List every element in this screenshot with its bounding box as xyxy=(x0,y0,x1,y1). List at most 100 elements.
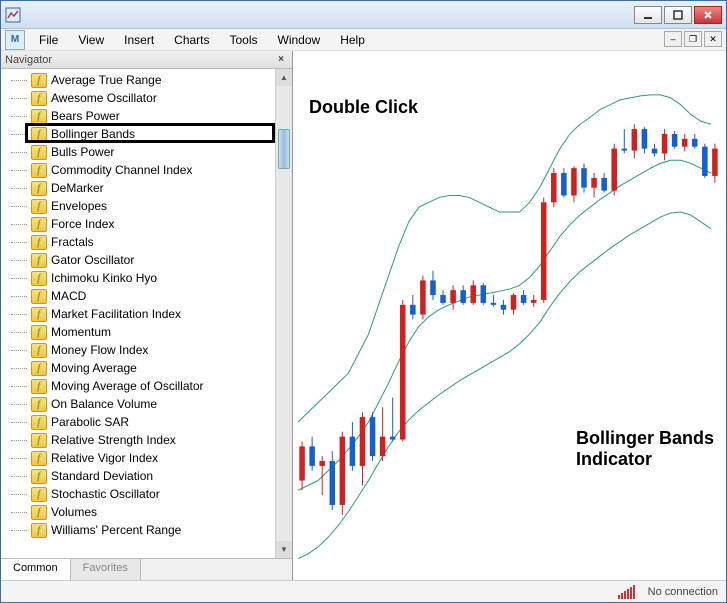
indicator-label: Relative Strength Index xyxy=(51,433,176,447)
annotation-indicator-line1: Bollinger Bands xyxy=(576,428,714,449)
menu-insert[interactable]: Insert xyxy=(114,31,164,49)
indicator-icon: f xyxy=(31,109,47,124)
statusbar: No connection xyxy=(1,580,726,602)
scrollbar[interactable]: ▲ ▼ xyxy=(275,69,292,558)
menubar: M File View Insert Charts Tools Window H… xyxy=(1,29,726,51)
indicator-item[interactable]: f Relative Strength Index xyxy=(1,431,275,449)
maximize-button[interactable] xyxy=(664,6,692,24)
scroll-thumb[interactable] xyxy=(278,129,290,169)
mdi-restore-button[interactable]: ❐ xyxy=(684,31,702,47)
indicator-icon: f xyxy=(31,289,47,304)
annotation-indicator-line2: Indicator xyxy=(576,449,714,470)
indicator-label: Fractals xyxy=(51,235,94,249)
tab-favorites[interactable]: Favorites xyxy=(71,559,141,580)
indicator-item[interactable]: fDeMarker xyxy=(1,179,275,197)
close-button[interactable] xyxy=(694,6,722,24)
indicator-item[interactable]: fIchimoku Kinko Hyo xyxy=(1,269,275,287)
indicator-item[interactable]: f Market Facilitation Index xyxy=(1,305,275,323)
indicator-item[interactable]: f Williams' Percent Range xyxy=(1,521,275,539)
indicator-item[interactable]: f Volumes xyxy=(1,503,275,521)
navigator-panel: Navigator × fAverage True RangefAwesome … xyxy=(1,51,293,580)
menu-help[interactable]: Help xyxy=(330,31,375,49)
menu-view[interactable]: View xyxy=(68,31,114,49)
indicator-icon: f xyxy=(31,433,47,448)
indicator-label: MACD xyxy=(51,289,86,303)
menu-window[interactable]: Window xyxy=(268,31,331,49)
indicator-icon: f xyxy=(31,343,47,358)
indicator-item[interactable]: fRelative Vigor Index xyxy=(1,449,275,467)
indicator-label: Envelopes xyxy=(51,199,107,213)
menu-tools[interactable]: Tools xyxy=(220,31,268,49)
mdi-close-button[interactable]: ✕ xyxy=(704,31,722,47)
indicator-item[interactable]: fFractals xyxy=(1,233,275,251)
indicator-label: Williams' Percent Range xyxy=(51,523,181,537)
mdi-app-icon[interactable]: M xyxy=(5,30,25,50)
minimize-button[interactable] xyxy=(634,6,662,24)
indicator-icon: f xyxy=(31,163,47,178)
app-icon xyxy=(5,7,21,23)
indicator-icon: f xyxy=(31,415,47,430)
indicator-item[interactable]: fGator Oscillator xyxy=(1,251,275,269)
indicator-label: Force Index xyxy=(51,217,114,231)
scroll-up-icon[interactable]: ▲ xyxy=(276,69,292,86)
indicator-label: Momentum xyxy=(51,325,111,339)
indicator-item[interactable]: fBears Power xyxy=(1,107,275,125)
indicator-label: Bulls Power xyxy=(51,145,114,159)
indicator-label: Moving Average xyxy=(51,361,137,375)
titlebar xyxy=(1,1,726,29)
candlestick-chart xyxy=(293,51,726,559)
indicator-label: Stochastic Oscillator xyxy=(51,487,160,501)
menu-charts[interactable]: Charts xyxy=(164,31,219,49)
annotation-double-click: Double Click xyxy=(309,97,418,118)
indicator-item[interactable]: fBulls Power xyxy=(1,143,275,161)
indicator-label: Market Facilitation Index xyxy=(51,307,181,321)
indicator-tree[interactable]: fAverage True RangefAwesome OscillatorfB… xyxy=(1,69,275,558)
menu-file[interactable]: File xyxy=(29,31,68,49)
scroll-down-icon[interactable]: ▼ xyxy=(276,541,292,558)
indicator-label: Commodity Channel Index xyxy=(51,163,192,177)
indicator-label: Moving Average of Oscillator xyxy=(51,379,204,393)
indicator-item[interactable]: f Commodity Channel Index xyxy=(1,161,275,179)
indicator-icon: f xyxy=(31,361,47,376)
indicator-icon: f xyxy=(31,199,47,214)
indicator-item[interactable]: f Moving Average xyxy=(1,359,275,377)
navigator-tabs: Common Favorites xyxy=(1,558,292,580)
indicator-label: Ichimoku Kinko Hyo xyxy=(51,271,157,285)
indicator-icon: f xyxy=(31,217,47,232)
indicator-item[interactable]: f Force Index xyxy=(1,215,275,233)
indicator-item[interactable]: fBollinger Bands xyxy=(1,125,275,143)
indicator-label: Awesome Oscillator xyxy=(51,91,157,105)
indicator-item[interactable]: f Momentum xyxy=(1,323,275,341)
indicator-item[interactable]: f Envelopes xyxy=(1,197,275,215)
indicator-item[interactable]: f Money Flow Index xyxy=(1,341,275,359)
indicator-icon: f xyxy=(31,505,47,520)
indicator-item[interactable]: fStochastic Oscillator xyxy=(1,485,275,503)
indicator-icon: f xyxy=(31,91,47,106)
indicator-item[interactable]: fMoving Average of Oscillator xyxy=(1,377,275,395)
indicator-icon: f xyxy=(31,469,47,484)
chart-area[interactable]: Double Click Bollinger Bands Indicator xyxy=(293,51,726,580)
indicator-label: Standard Deviation xyxy=(51,469,153,483)
indicator-icon: f xyxy=(31,325,47,340)
indicator-label: DeMarker xyxy=(51,181,104,195)
indicator-item[interactable]: f Standard Deviation xyxy=(1,467,275,485)
indicator-icon: f xyxy=(31,307,47,322)
navigator-close-button[interactable]: × xyxy=(274,53,288,67)
indicator-label: Money Flow Index xyxy=(51,343,148,357)
indicator-icon: f xyxy=(31,523,47,538)
indicator-item[interactable]: f Awesome Oscillator xyxy=(1,89,275,107)
indicator-item[interactable]: fAverage True Range xyxy=(1,71,275,89)
indicator-label: Average True Range xyxy=(51,73,162,87)
indicator-icon: f xyxy=(31,451,47,466)
navigator-header: Navigator × xyxy=(1,51,292,69)
indicator-label: Volumes xyxy=(51,505,97,519)
mdi-minimize-button[interactable]: – xyxy=(664,31,682,47)
indicator-item[interactable]: f MACD xyxy=(1,287,275,305)
indicator-label: Parabolic SAR xyxy=(51,415,129,429)
indicator-label: Gator Oscillator xyxy=(51,253,134,267)
navigator-title: Navigator xyxy=(5,54,52,66)
indicator-item[interactable]: fOn Balance Volume xyxy=(1,395,275,413)
connection-icon xyxy=(618,585,638,599)
tab-common[interactable]: Common xyxy=(1,559,71,580)
indicator-item[interactable]: f Parabolic SAR xyxy=(1,413,275,431)
